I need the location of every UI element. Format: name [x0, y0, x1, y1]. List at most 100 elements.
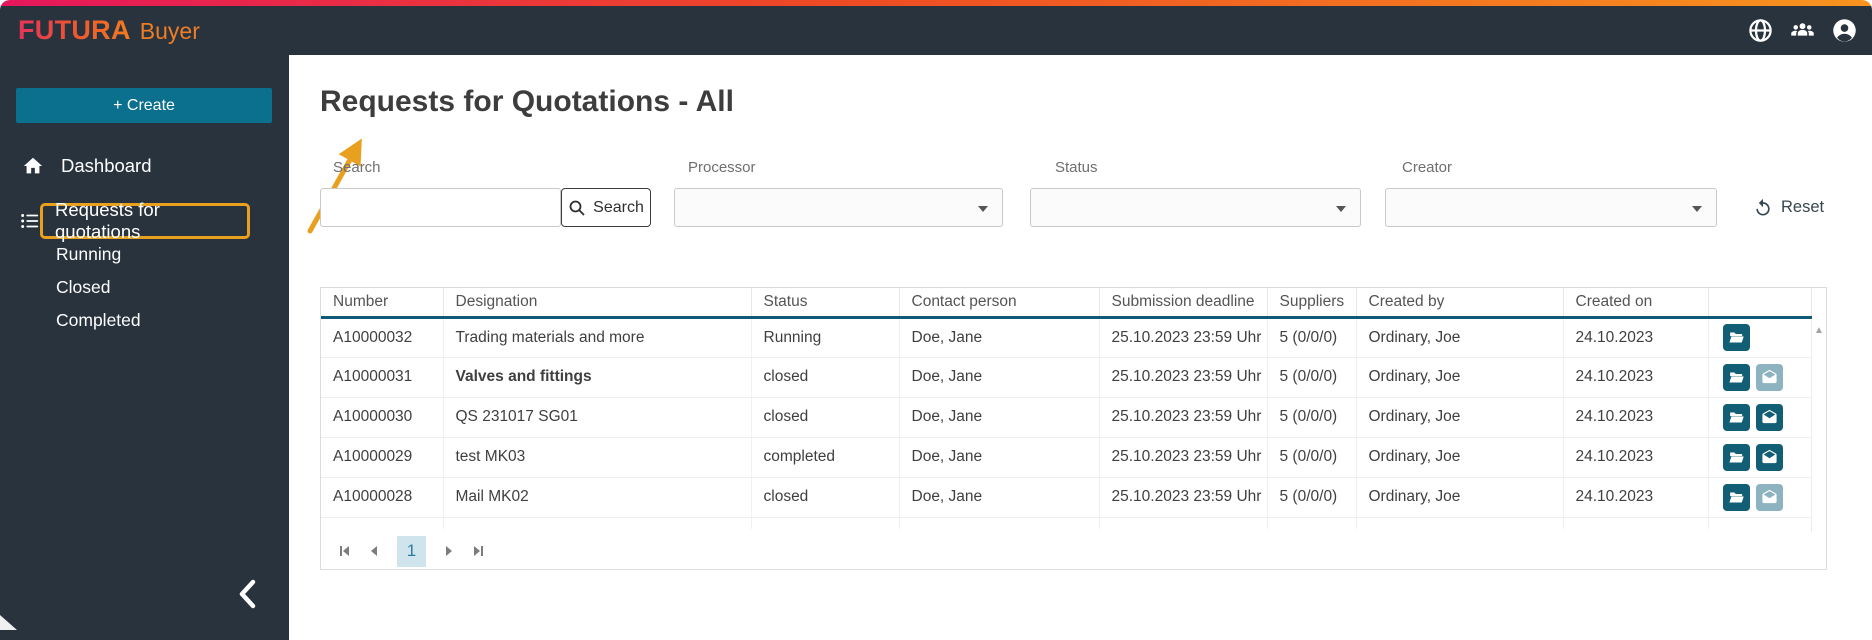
cell-created_on: 24.10.2023: [1563, 437, 1709, 478]
cell-status: closed: [751, 397, 900, 438]
cell-created_by: Ordinary, Joe: [1356, 357, 1564, 398]
cell-suppliers: 5 (0/0/0): [1267, 477, 1357, 518]
table-body: A10000032 Trading materials and more Runni…: [321, 317, 1812, 529]
folder-open-icon: [1728, 412, 1744, 422]
cell-designation: Mail MK02: [443, 477, 752, 518]
table-scrollbar[interactable]: ▲: [1811, 320, 1826, 532]
cell-designation: Valves and fittings: [443, 357, 752, 398]
sidebar-subitems: Running Closed Completed: [56, 238, 141, 337]
mail-open-button[interactable]: [1755, 403, 1783, 431]
cell-actions: [1708, 477, 1812, 518]
cell-number: A10000030: [321, 397, 444, 438]
rfq-table: Number Designation Status Contact person Sub…: [321, 288, 1812, 529]
cell-status: closed: [751, 357, 900, 398]
folder-open-button[interactable]: [1722, 443, 1750, 471]
cell-number: A10000029: [321, 437, 444, 478]
reset-button[interactable]: Reset: [1753, 188, 1824, 227]
creator-select[interactable]: [1385, 188, 1717, 227]
topbar-icons: [1747, 6, 1858, 55]
app-window: FUTURA Buyer + Create Dashboard Requests…: [0, 0, 1872, 640]
cell-created_by: Ordinary, Joe: [1356, 477, 1564, 518]
account-icon[interactable]: [1831, 17, 1858, 44]
last-page-icon: [474, 546, 483, 556]
cell-designation: Trading materials and more: [443, 317, 752, 358]
column-header[interactable]: Number: [321, 288, 444, 317]
search-button[interactable]: Search: [561, 188, 651, 227]
status-select[interactable]: [1030, 188, 1361, 227]
cell-actions: [1708, 317, 1812, 358]
table-row[interactable]: A10000030 QS 231017 SG01 closed Doe, Jane 25…: [321, 397, 1812, 438]
folder-open-button[interactable]: [1722, 403, 1750, 431]
list-icon: [21, 214, 39, 228]
globe-icon[interactable]: [1747, 17, 1774, 44]
sidebar: + Create Dashboard Requests for quotatio…: [0, 55, 289, 640]
sidebar-item-requests-for-quotations[interactable]: Requests for quotations: [40, 199, 250, 242]
cell-created_on: 24.10.2023: [1563, 397, 1709, 438]
scroll-up-icon[interactable]: ▲: [1814, 326, 1824, 336]
table-filler-row: [321, 517, 1812, 529]
cell-created_on: 24.10.2023: [1563, 477, 1709, 518]
column-header[interactable]: Created on: [1563, 288, 1709, 317]
column-header[interactable]: Suppliers: [1267, 288, 1357, 317]
cell-submission_deadline: 25.10.2023 23:59 Uhr: [1099, 317, 1268, 358]
search-icon: [569, 200, 585, 216]
column-header[interactable]: Designation: [443, 288, 752, 317]
table-row[interactable]: A10000031 Valves and fittings closed Doe, J…: [321, 357, 1812, 398]
processor-select[interactable]: [674, 188, 1003, 227]
mail-open-icon: [1761, 449, 1777, 463]
chevron-down-icon: [978, 206, 988, 212]
sidebar-collapse-button[interactable]: [236, 578, 260, 610]
mail-open-icon: [1761, 489, 1777, 503]
column-header[interactable]: Created by: [1356, 288, 1564, 317]
table-row[interactable]: A10000032 Trading materials and more Runni…: [321, 317, 1812, 358]
cell-contact_person: Doe, Jane: [899, 317, 1100, 358]
last-page-button[interactable]: [472, 544, 486, 558]
cell-contact_person: Doe, Jane: [899, 357, 1100, 398]
table-row[interactable]: A10000029 test MK03 completed Doe, Jane 25.1…: [321, 437, 1812, 478]
first-page-icon: [340, 546, 349, 556]
sidebar-item-closed[interactable]: Closed: [56, 271, 141, 304]
sidebar-item-dashboard[interactable]: Dashboard: [0, 149, 289, 183]
next-page-icon: [446, 546, 452, 556]
mail-open-button[interactable]: [1755, 443, 1783, 471]
cell-actions: [1708, 397, 1812, 438]
team-icon[interactable]: [1789, 17, 1816, 44]
cell-submission_deadline: 25.10.2023 23:59 Uhr: [1099, 477, 1268, 518]
mail-open-button[interactable]: [1755, 363, 1783, 391]
folder-open-button[interactable]: [1722, 324, 1750, 351]
folder-open-icon: [1728, 452, 1744, 462]
column-header[interactable]: Contact person: [899, 288, 1100, 317]
folder-open-button[interactable]: [1722, 483, 1750, 511]
column-header[interactable]: [1708, 288, 1812, 317]
first-page-button[interactable]: [337, 544, 351, 558]
table-header-row: Number Designation Status Contact person Sub…: [321, 288, 1812, 317]
cell-number: A10000031: [321, 357, 444, 398]
sidebar-item-running[interactable]: Running: [56, 238, 141, 271]
chevron-down-icon: [1336, 206, 1346, 212]
annotation-fragment: [0, 615, 17, 630]
cell-suppliers: 5 (0/0/0): [1267, 317, 1357, 358]
top-bar: FUTURA Buyer: [0, 6, 1872, 55]
mail-open-button[interactable]: [1755, 483, 1783, 511]
brand-suffix: Buyer: [139, 18, 200, 44]
table-row[interactable]: A10000028 Mail MK02 closed Doe, Jane 25.10.2…: [321, 477, 1812, 518]
reset-icon: [1756, 198, 1770, 215]
status-label: Status: [1055, 159, 1098, 176]
create-button[interactable]: + Create: [16, 88, 272, 123]
main-content: Requests for Quotations - All Search Pro…: [289, 55, 1872, 640]
cell-actions: [1708, 437, 1812, 478]
brand-name: FUTURA: [18, 15, 131, 45]
sidebar-item-completed[interactable]: Completed: [56, 304, 141, 337]
home-icon: [23, 157, 43, 174]
next-page-button[interactable]: [442, 544, 456, 558]
prev-page-button[interactable]: [367, 544, 381, 558]
folder-open-button[interactable]: [1722, 363, 1750, 391]
cell-contact_person: Doe, Jane: [899, 397, 1100, 438]
column-header[interactable]: Status: [751, 288, 900, 317]
processor-label: Processor: [688, 159, 756, 176]
search-input[interactable]: [320, 188, 561, 227]
cell-suppliers: 5 (0/0/0): [1267, 397, 1357, 438]
page-number-active[interactable]: 1: [397, 535, 426, 567]
column-header[interactable]: Submission deadline: [1099, 288, 1268, 317]
cell-submission_deadline: 25.10.2023 23:59 Uhr: [1099, 437, 1268, 478]
